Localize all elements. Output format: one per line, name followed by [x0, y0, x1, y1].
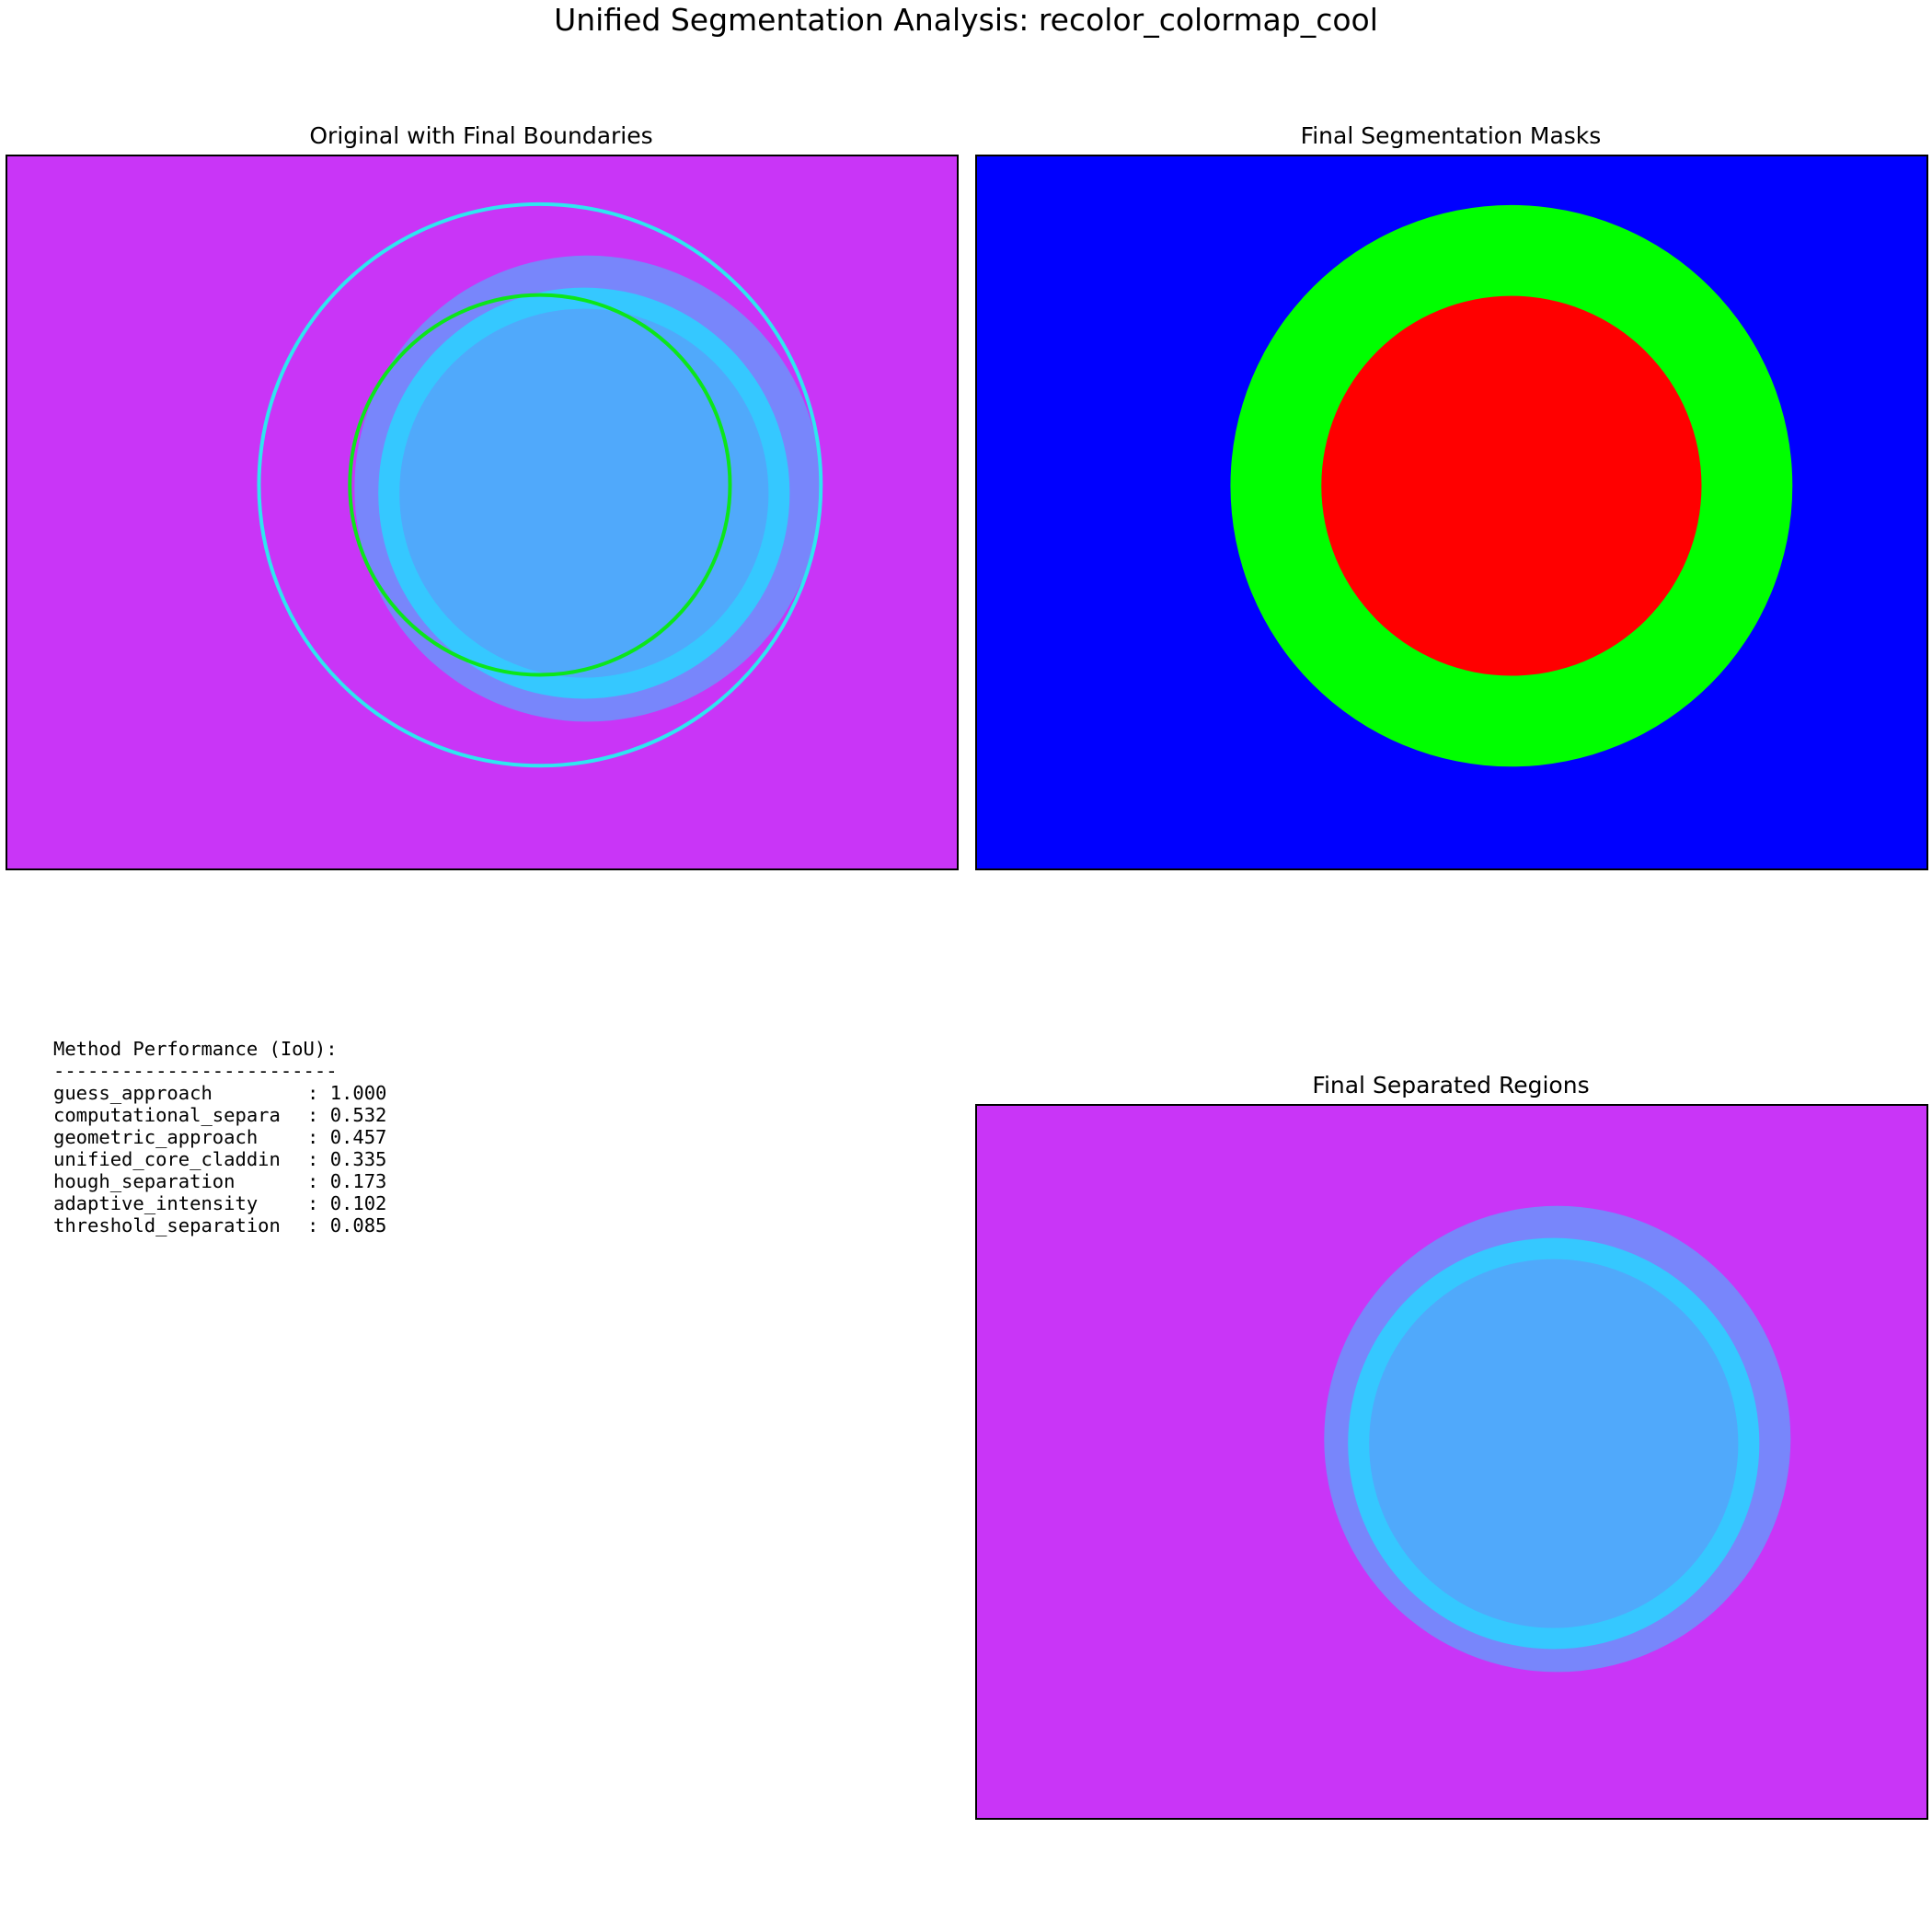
method-row: hough_separation: 0.173 [53, 1170, 387, 1192]
method-row: unified_core_claddin: 0.335 [53, 1148, 387, 1170]
method-iou: 0.335 [329, 1148, 387, 1170]
performance-heading: Method Performance (IoU): [53, 1038, 338, 1060]
method-row: threshold_separation: 0.085 [53, 1214, 387, 1236]
method-iou: 0.085 [329, 1214, 387, 1236]
method-performance-text: Method Performance (IoU): --------------… [53, 1038, 386, 1236]
method-name: geometric_approach [53, 1126, 259, 1148]
figure-title: Unified Segmentation Analysis: recolor_c… [554, 2, 1378, 38]
fiber-core [399, 308, 769, 678]
segmentation-mask [977, 156, 1926, 868]
method-row: adaptive_intensity: 0.102 [53, 1192, 387, 1214]
method-iou: 0.102 [329, 1192, 387, 1214]
method-iou: 0.173 [329, 1170, 387, 1192]
original-panel-title: Original with Final Boundaries [309, 122, 653, 149]
separated-fiber-core [1369, 1259, 1739, 1628]
performance-rule: ------------------------- [53, 1060, 338, 1082]
method-name: adaptive_intensity [53, 1192, 259, 1214]
method-iou: 1.000 [329, 1082, 387, 1104]
masks-panel-title: Final Segmentation Masks [1300, 122, 1602, 149]
method-row: guess_approach: 1.000 [53, 1082, 387, 1104]
method-row: geometric_approach: 0.457 [53, 1126, 387, 1148]
original-image [7, 156, 957, 868]
method-iou: 0.457 [329, 1126, 387, 1148]
method-name: unified_core_claddin [53, 1148, 281, 1170]
method-name: computational_separa [53, 1104, 281, 1126]
original-image-panel [6, 155, 959, 870]
separated-regions-panel [975, 1104, 1928, 1820]
separated-regions-image [977, 1106, 1926, 1818]
method-row: computational_separa: 0.532 [53, 1104, 387, 1126]
method-name: guess_approach [53, 1082, 213, 1104]
mask-core-region [1321, 295, 1702, 676]
segmentation-mask-panel [975, 155, 1928, 870]
separated-panel-title: Final Separated Regions [1312, 1072, 1590, 1098]
method-name: hough_separation [53, 1170, 236, 1192]
method-iou: 0.532 [329, 1104, 387, 1126]
method-name: threshold_separation [53, 1214, 281, 1236]
